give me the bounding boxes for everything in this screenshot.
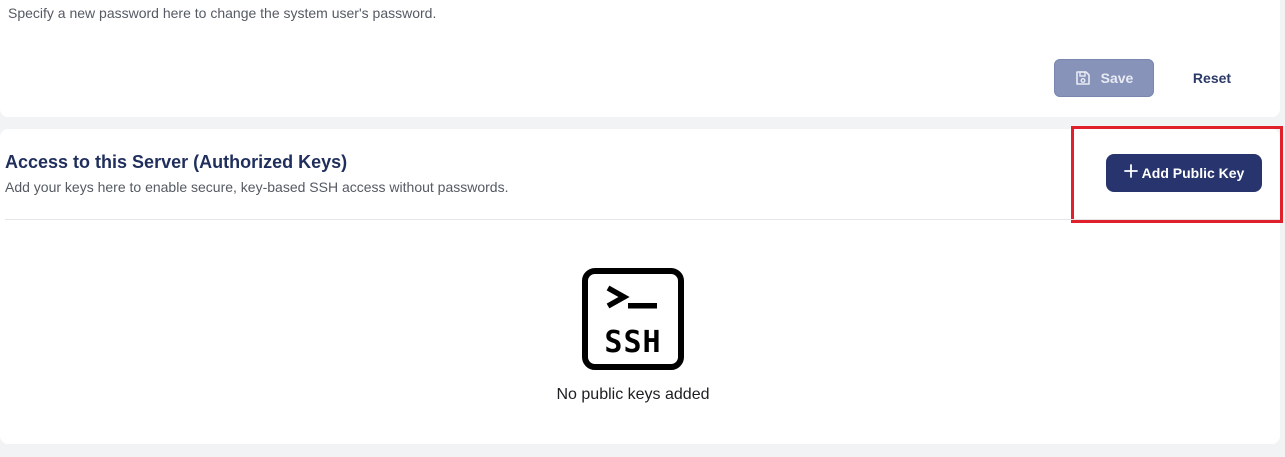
reset-button[interactable]: Reset xyxy=(1176,59,1248,97)
svg-text:SSH: SSH xyxy=(604,325,661,360)
ssh-terminal-icon: SSH xyxy=(582,268,684,370)
section-title: Access to this Server (Authorized Keys) xyxy=(5,152,348,172)
save-label: Save xyxy=(1100,70,1134,86)
password-card: Specify a new password here to change th… xyxy=(0,0,1280,117)
add-public-key-button[interactable]: Add Public Key xyxy=(1106,154,1262,192)
divider xyxy=(5,219,1280,220)
empty-state-message: No public keys added xyxy=(556,386,710,403)
add-public-key-label: Add Public Key xyxy=(1141,165,1245,181)
section-description: Add your keys here to enable secure, key… xyxy=(5,179,509,195)
authorized-keys-card: Access to this Server (Authorized Keys) … xyxy=(0,126,1283,444)
save-button[interactable]: Save xyxy=(1054,59,1154,97)
plus-icon xyxy=(1123,162,1138,182)
reset-label: Reset xyxy=(1192,70,1232,86)
password-description: Specify a new password here to change th… xyxy=(8,5,437,21)
save-icon xyxy=(1075,70,1091,86)
